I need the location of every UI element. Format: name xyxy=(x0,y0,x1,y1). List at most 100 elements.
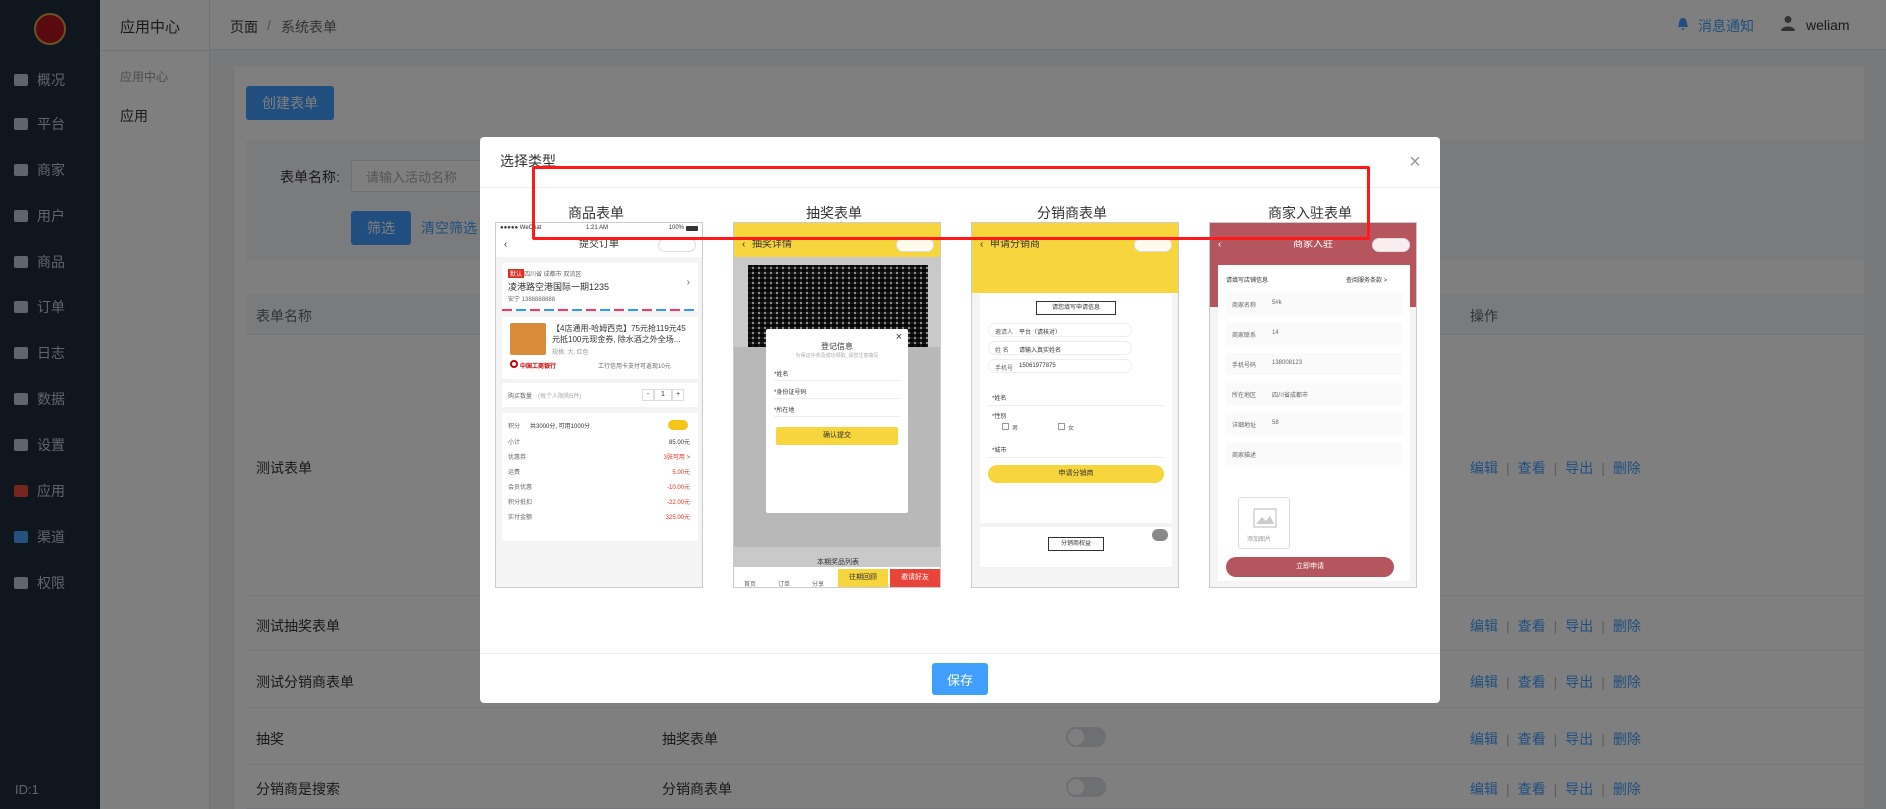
save-button[interactable]: 保存 xyxy=(932,663,988,695)
register-subtitle: 为保证中奖及成功领取, 请您注意填写 xyxy=(795,353,879,359)
field-location[interactable]: *所在地 xyxy=(774,405,794,414)
address-card: 默认 四川省 成都市 双流区 凌港路空港国际一期1235 安宁 13888888… xyxy=(502,263,698,311)
address-region: 四川省 成都市 双流区 xyxy=(524,272,582,278)
apply-now-button[interactable]: 立即申请 xyxy=(1226,557,1394,577)
upload-label: 添加图片 xyxy=(1247,537,1272,543)
tab-home[interactable]: 首页 xyxy=(744,579,756,587)
merchant-field[interactable]: 所在地区 四川省成都市 xyxy=(1226,383,1402,405)
fee-value: 3张可用 > xyxy=(663,455,690,461)
distributor-form-preview[interactable]: ‹ 申请分销商 请您填写申请信息 邀请人 平台（请核对）姓 名请输入真实姓名 手机号… xyxy=(971,222,1179,588)
address-default-tag: 默认 xyxy=(508,269,525,278)
field-name[interactable]: *姓名 xyxy=(992,393,1006,402)
close-icon[interactable]: × xyxy=(1404,151,1426,173)
quantity-value[interactable]: 1 xyxy=(654,389,672,401)
merchant-field-value: 138008123 xyxy=(1272,360,1303,366)
info-field[interactable]: 邀请人 平台（请核对） xyxy=(988,323,1132,337)
confirm-submit-button[interactable]: 确认提交 xyxy=(776,427,898,445)
address-contact: 安宁 1388888888 xyxy=(508,297,556,303)
field-divider xyxy=(774,380,900,381)
distributor-form-card: 请您填写申请信息 邀请人 平台（请核对） 姓 名 请输入真实姓名手机号 15061977… xyxy=(980,293,1172,523)
register-dialog: × 登记信息 为保证中奖及成功领取, 请您注意填写 *姓名 *身份证号码 *所在… xyxy=(766,329,908,513)
fee-value: 5.00元 xyxy=(672,470,690,476)
quantity-hint: (每个人限购5件) xyxy=(538,394,582,400)
history-button[interactable]: 往期回顾 xyxy=(838,569,888,587)
checkbox-female[interactable] xyxy=(1058,423,1065,430)
merchant-field-label: 详细地址 xyxy=(1232,423,1257,429)
fee-label: 优惠券 xyxy=(508,455,527,461)
checkbox-male[interactable] xyxy=(1002,423,1009,430)
field-divider xyxy=(988,405,1164,406)
fee-value: -22.00元 xyxy=(666,500,690,506)
points-label: 积分 xyxy=(508,424,521,430)
lottery-form-preview[interactable]: ‹ 抽奖详情 × 登记信息 为保证中奖及成功领取, 请您注意填写 *姓名 *身份… xyxy=(733,222,941,588)
bank-name: 中国工商银行 xyxy=(520,364,557,370)
merchant-field[interactable]: 商家名称 5#k xyxy=(1226,293,1402,315)
address-stripe xyxy=(502,309,698,311)
product-spec: 规格: 大, 红色 xyxy=(552,350,589,356)
info-field[interactable]: 手机号 15061977875 xyxy=(988,359,1132,373)
field-id-number[interactable]: *身份证号码 xyxy=(774,387,806,396)
benefits-button[interactable]: 分销商权益 xyxy=(1048,537,1104,551)
fee-label: 实付金额 xyxy=(508,515,533,521)
field-divider xyxy=(774,398,900,399)
field-gender: *性别 xyxy=(992,414,1007,420)
invite-button[interactable]: 邀请好友 xyxy=(890,569,940,587)
info-label: 姓 名 xyxy=(995,348,1009,354)
merchant-field[interactable]: 手机号码 138008123 xyxy=(1226,353,1402,375)
info-value: 请输入真实姓名 xyxy=(1019,348,1062,354)
capsule-menu-icon xyxy=(1372,238,1410,252)
back-arrow-icon: ‹ xyxy=(504,239,508,250)
fee-value: -10.00元 xyxy=(666,485,690,491)
merchant-field[interactable]: 商家描述 xyxy=(1226,443,1402,465)
terms-link[interactable]: 查阅服务条款 > xyxy=(1346,275,1387,284)
field-divider xyxy=(988,457,1164,458)
points-toggle[interactable] xyxy=(668,420,688,430)
fee-value: 85.00元 xyxy=(668,440,690,446)
form-title-box: 请您填写申请信息 xyxy=(1036,301,1116,315)
fee-label: 小计 xyxy=(508,440,521,446)
benefits-card: 分销商权益 xyxy=(980,527,1172,567)
capsule-menu-icon xyxy=(1134,238,1172,252)
product-card: 【4店通用-哈姆西克】75元抢119元45元抵100元现金券, 除水酒之外全场.… xyxy=(502,317,698,379)
fee-value: 325.00元 xyxy=(665,515,690,521)
capsule-menu-icon xyxy=(896,238,934,252)
info-label: 手机号 xyxy=(995,366,1014,372)
image-icon xyxy=(1253,508,1277,528)
goods-form-preview[interactable]: ●●●●● WeChat 1:21 AM 100% ‹ 提交订单 默认 四川省 … xyxy=(495,222,703,588)
merchant-form-preview[interactable]: ‹ 商家入驻 请填写店铺信息 查阅服务条款 > 商家名称 5#k 商家联系 14 手机号… xyxy=(1209,222,1417,588)
merchant-field-value: 14 xyxy=(1272,330,1279,336)
label-male: 男 xyxy=(1012,426,1019,432)
fee-label: 运费 xyxy=(508,470,521,476)
points-text: 共3000分, 可用1000分 xyxy=(530,424,591,430)
info-field[interactable]: 姓 名 请输入真实姓名 xyxy=(988,341,1132,355)
field-city[interactable]: *城市 xyxy=(992,445,1006,454)
merchant-field-value: 58 xyxy=(1272,420,1279,426)
dialog-footer-divider xyxy=(480,653,1440,654)
nav-title: 提交订单 xyxy=(579,239,619,250)
merchant-field-label: 手机号码 xyxy=(1232,363,1257,369)
quantity-label: 购买数量 xyxy=(508,394,533,400)
merchant-field-value: 5#k xyxy=(1272,300,1282,306)
yellow-banner xyxy=(972,257,1178,293)
fab-icon[interactable] xyxy=(1152,529,1168,541)
tab-orders[interactable]: 订单 xyxy=(778,579,790,587)
merchant-field[interactable]: 商家联系 14 xyxy=(1226,323,1402,345)
upload-box[interactable]: 添加图片 xyxy=(1238,497,1290,549)
merchant-field-value: 四川省成都市 xyxy=(1272,393,1309,399)
nav-title: 申请分销商 xyxy=(990,239,1040,250)
merchant-field-label: 所在地区 xyxy=(1232,393,1257,399)
tab-share[interactable]: 分享 xyxy=(812,579,824,587)
bank-note: 工行信用卡支付可返现10元 xyxy=(598,364,671,370)
merchant-field[interactable]: 详细地址 58 xyxy=(1226,413,1402,435)
increment-button[interactable]: + xyxy=(672,389,684,401)
field-name[interactable]: *姓名 xyxy=(774,369,788,378)
apply-distributor-button[interactable]: 申请分销商 xyxy=(988,465,1164,483)
decrement-button[interactable]: - xyxy=(642,389,654,401)
highlight-box xyxy=(532,166,1370,240)
capsule-menu-icon xyxy=(658,238,696,252)
quantity-row: 购买数量 (每个人限购5件) - 1 + xyxy=(502,383,698,407)
info-label: 邀请人 xyxy=(995,330,1014,336)
info-value: 15061977875 xyxy=(1019,363,1056,369)
pizza-image xyxy=(510,323,546,355)
fee-label: 积分抵扣 xyxy=(508,500,533,506)
